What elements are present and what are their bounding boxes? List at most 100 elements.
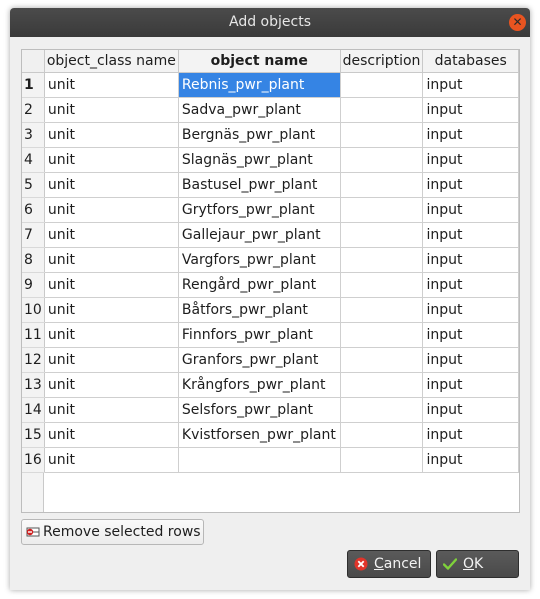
object-name-cell[interactable]: Vargfors_pwr_plant [178, 247, 341, 273]
close-button[interactable]: ✕ [509, 14, 526, 31]
object-class-cell[interactable]: unit [44, 197, 179, 223]
object-name-cell[interactable]: Rebnis_pwr_plant [178, 72, 341, 98]
table-row[interactable]: 16 unit input [22, 447, 519, 473]
column-header-databases[interactable]: databases [422, 50, 519, 73]
object-class-cell[interactable]: unit [44, 422, 179, 448]
ok-button[interactable]: OK [436, 550, 519, 578]
table-row[interactable]: 9 unit Rengård_pwr_plant input [22, 272, 519, 298]
description-cell[interactable] [340, 222, 424, 248]
object-class-cell[interactable]: unit [44, 222, 179, 248]
database-cell[interactable]: input [422, 447, 519, 473]
object-name-cell[interactable]: Sadva_pwr_plant [178, 97, 341, 123]
description-cell[interactable] [340, 247, 424, 273]
table-row[interactable]: 4 unit Slagnäs_pwr_plant input [22, 147, 519, 173]
object-class-cell[interactable]: unit [44, 97, 179, 123]
description-cell[interactable] [340, 297, 424, 323]
row-header[interactable]: 7 [22, 222, 45, 248]
table-row[interactable]: 14 unit Selsfors_pwr_plant input [22, 397, 519, 423]
row-header[interactable]: 11 [22, 322, 45, 348]
description-cell[interactable] [340, 272, 424, 298]
description-cell[interactable] [340, 347, 424, 373]
description-cell[interactable] [340, 422, 424, 448]
table-row[interactable]: 11 unit Finnfors_pwr_plant input [22, 322, 519, 348]
database-cell[interactable]: input [422, 147, 519, 173]
description-cell[interactable] [340, 372, 424, 398]
database-cell[interactable]: input [422, 347, 519, 373]
remove-selected-rows-button[interactable]: Remove selected rows [21, 519, 204, 545]
column-header-object-name[interactable]: object name [178, 50, 341, 73]
row-header[interactable]: 5 [22, 172, 45, 198]
table-row[interactable]: 13 unit Krångfors_pwr_plant input [22, 372, 519, 398]
object-class-cell[interactable]: unit [44, 297, 179, 323]
object-name-cell[interactable]: Slagnäs_pwr_plant [178, 147, 341, 173]
table-row[interactable]: 6 unit Grytfors_pwr_plant input [22, 197, 519, 223]
object-name-cell[interactable]: Kvistforsen_pwr_plant [178, 422, 341, 448]
object-class-cell[interactable]: unit [44, 272, 179, 298]
database-cell[interactable]: input [422, 372, 519, 398]
object-class-cell[interactable]: unit [44, 372, 179, 398]
row-header[interactable]: 10 [22, 297, 45, 323]
object-name-cell[interactable]: Båtfors_pwr_plant [178, 297, 341, 323]
description-cell[interactable] [340, 322, 424, 348]
table-row[interactable]: 10 unit Båtfors_pwr_plant input [22, 297, 519, 323]
object-name-cell[interactable]: Bergnäs_pwr_plant [178, 122, 341, 148]
object-class-cell[interactable]: unit [44, 147, 179, 173]
row-header[interactable]: 4 [22, 147, 45, 173]
database-cell[interactable]: input [422, 97, 519, 123]
database-cell[interactable]: input [422, 297, 519, 323]
database-cell[interactable]: input [422, 322, 519, 348]
object-name-cell[interactable]: Grytfors_pwr_plant [178, 197, 341, 223]
object-name-cell[interactable]: Rengård_pwr_plant [178, 272, 341, 298]
database-cell[interactable]: input [422, 397, 519, 423]
row-header[interactable]: 13 [22, 372, 45, 398]
object-class-cell[interactable]: unit [44, 322, 179, 348]
description-cell[interactable] [340, 97, 424, 123]
row-header[interactable]: 3 [22, 122, 45, 148]
object-class-cell[interactable]: unit [44, 122, 179, 148]
table-row[interactable]: 5 unit Bastusel_pwr_plant input [22, 172, 519, 198]
database-cell[interactable]: input [422, 247, 519, 273]
cancel-button[interactable]: Cancel [347, 550, 431, 578]
object-class-cell[interactable]: unit [44, 447, 179, 473]
table-row[interactable]: 3 unit Bergnäs_pwr_plant input [22, 122, 519, 148]
object-class-cell[interactable]: unit [44, 247, 179, 273]
database-cell[interactable]: input [422, 272, 519, 298]
column-header-description[interactable]: description [340, 50, 424, 73]
table-row[interactable]: 7 unit Gallejaur_pwr_plant input [22, 222, 519, 248]
object-name-cell[interactable]: Selsfors_pwr_plant [178, 397, 341, 423]
row-header[interactable]: 9 [22, 272, 45, 298]
object-name-cell[interactable]: Krångfors_pwr_plant [178, 372, 341, 398]
row-header[interactable]: 1 [22, 72, 45, 98]
table-row[interactable]: 12 unit Granfors_pwr_plant input [22, 347, 519, 373]
object-name-cell[interactable]: Gallejaur_pwr_plant [178, 222, 341, 248]
description-cell[interactable] [340, 172, 424, 198]
database-cell[interactable]: input [422, 197, 519, 223]
database-cell[interactable]: input [422, 122, 519, 148]
row-header[interactable]: 2 [22, 97, 45, 123]
table-row[interactable]: 2 unit Sadva_pwr_plant input [22, 97, 519, 123]
table-row[interactable]: 15 unit Kvistforsen_pwr_plant input [22, 422, 519, 448]
row-header[interactable]: 6 [22, 197, 45, 223]
object-class-cell[interactable]: unit [44, 397, 179, 423]
object-class-cell[interactable]: unit [44, 72, 179, 98]
row-header[interactable]: 14 [22, 397, 45, 423]
database-cell[interactable]: input [422, 222, 519, 248]
table-corner[interactable] [22, 50, 45, 73]
object-name-cell[interactable] [178, 447, 341, 473]
description-cell[interactable] [340, 447, 424, 473]
description-cell[interactable] [340, 72, 424, 98]
description-cell[interactable] [340, 147, 424, 173]
database-cell[interactable]: input [422, 72, 519, 98]
row-header[interactable]: 12 [22, 347, 45, 373]
object-class-cell[interactable]: unit [44, 172, 179, 198]
object-name-cell[interactable]: Granfors_pwr_plant [178, 347, 341, 373]
table-row[interactable]: 8 unit Vargfors_pwr_plant input [22, 247, 519, 273]
row-header[interactable]: 8 [22, 247, 45, 273]
object-name-cell[interactable]: Finnfors_pwr_plant [178, 322, 341, 348]
description-cell[interactable] [340, 397, 424, 423]
database-cell[interactable]: input [422, 172, 519, 198]
objects-table[interactable]: object_class name object name descriptio… [21, 49, 520, 513]
table-row[interactable]: 1 unit Rebnis_pwr_plant input [22, 72, 519, 98]
description-cell[interactable] [340, 197, 424, 223]
object-name-cell[interactable]: Bastusel_pwr_plant [178, 172, 341, 198]
